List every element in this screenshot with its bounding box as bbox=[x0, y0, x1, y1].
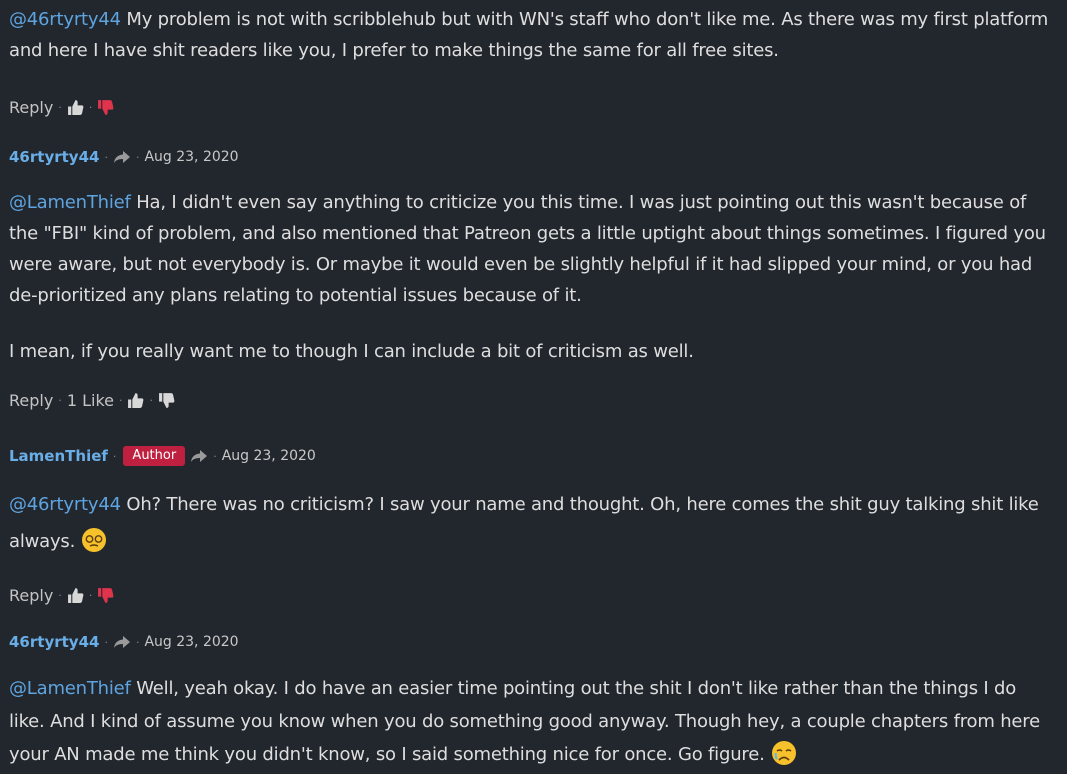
comment-meta: 46rtyrty44 · · Aug 23, 2020 bbox=[9, 146, 1057, 168]
share-arrow-icon[interactable] bbox=[113, 635, 131, 649]
like-count[interactable]: 1 Like bbox=[67, 391, 114, 410]
thumbs-down-icon[interactable] bbox=[97, 99, 114, 116]
separator: · bbox=[58, 100, 62, 114]
reply-button[interactable]: Reply bbox=[9, 586, 53, 605]
comment-2: 46rtyrty44 · · Aug 23, 2020 @LamenThief … bbox=[9, 146, 1057, 411]
comment-text: Oh? There was no criticism? I saw your n… bbox=[9, 494, 1039, 552]
comment-text-paragraph: I mean, if you really want me to though … bbox=[9, 341, 694, 362]
mention-link[interactable]: @46rtyrty44 bbox=[9, 9, 121, 30]
reply-button[interactable]: Reply bbox=[9, 98, 53, 117]
comment-4: 46rtyrty44 · · Aug 23, 2020 @LamenThief … bbox=[9, 631, 1057, 771]
separator: · bbox=[135, 150, 140, 164]
share-arrow-icon[interactable] bbox=[190, 449, 208, 463]
comment-3: LamenThief · Author · Aug 23, 2020 @46rt… bbox=[9, 445, 1057, 606]
comment-text: Well, yeah okay. I do have an easier tim… bbox=[9, 678, 1040, 765]
comment-1: @46rtyrty44 My problem is not with scrib… bbox=[9, 4, 1057, 118]
comment-author[interactable]: 46rtyrty44 bbox=[9, 633, 99, 651]
share-arrow-icon[interactable] bbox=[113, 150, 131, 164]
comment-date: Aug 23, 2020 bbox=[144, 634, 239, 650]
comment-body: @LamenThief Well, yeah okay. I do have a… bbox=[9, 672, 1057, 771]
comment-body: @46rtyrty44 Oh? There was no criticism? … bbox=[9, 486, 1057, 560]
thumbs-up-icon[interactable] bbox=[67, 587, 84, 604]
separator: · bbox=[88, 100, 93, 114]
thumbs-up-icon[interactable] bbox=[67, 99, 84, 116]
separator: · bbox=[58, 393, 62, 407]
comment-date: Aug 23, 2020 bbox=[221, 448, 316, 464]
separator: · bbox=[104, 635, 108, 649]
comment-meta: LamenThief · Author · Aug 23, 2020 bbox=[9, 445, 1057, 467]
thumbs-down-icon[interactable] bbox=[97, 587, 114, 604]
comment-actions: Reply · 1 Like · · bbox=[9, 389, 1057, 411]
comment-body: @46rtyrty44 My problem is not with scrib… bbox=[9, 4, 1057, 66]
separator: · bbox=[135, 635, 140, 649]
separator: · bbox=[112, 449, 117, 463]
separator: · bbox=[104, 150, 108, 164]
comment-author[interactable]: 46rtyrty44 bbox=[9, 148, 99, 166]
mention-link[interactable]: @LamenThief bbox=[9, 678, 131, 699]
crying-face-emoji bbox=[771, 741, 796, 765]
separator: · bbox=[213, 449, 217, 463]
comment-meta: 46rtyrty44 · · Aug 23, 2020 bbox=[9, 631, 1057, 653]
comment-author[interactable]: LamenThief bbox=[9, 447, 108, 465]
comment-actions: Reply · · bbox=[9, 96, 1057, 118]
author-badge: Author bbox=[123, 446, 186, 466]
thumbs-down-icon[interactable] bbox=[158, 392, 175, 409]
thumbs-up-icon[interactable] bbox=[127, 392, 144, 409]
separator: · bbox=[149, 393, 153, 407]
separator: · bbox=[88, 588, 93, 602]
reply-button[interactable]: Reply bbox=[9, 391, 53, 410]
mention-link[interactable]: @LamenThief bbox=[9, 192, 131, 213]
comment-text: My problem is not with scribblehub but w… bbox=[9, 9, 1049, 61]
comment-actions: Reply · · bbox=[9, 584, 1057, 606]
comment-body: @LamenThief Ha, I didn't even say anythi… bbox=[9, 187, 1057, 311]
mention-link[interactable]: @46rtyrty44 bbox=[9, 494, 121, 515]
separator: · bbox=[58, 588, 62, 602]
comment-date: Aug 23, 2020 bbox=[144, 149, 239, 165]
separator: · bbox=[118, 393, 123, 407]
comment-text: Ha, I didn't even say anything to critic… bbox=[9, 192, 1046, 306]
face-with-spiral-eyes-emoji bbox=[82, 528, 107, 552]
